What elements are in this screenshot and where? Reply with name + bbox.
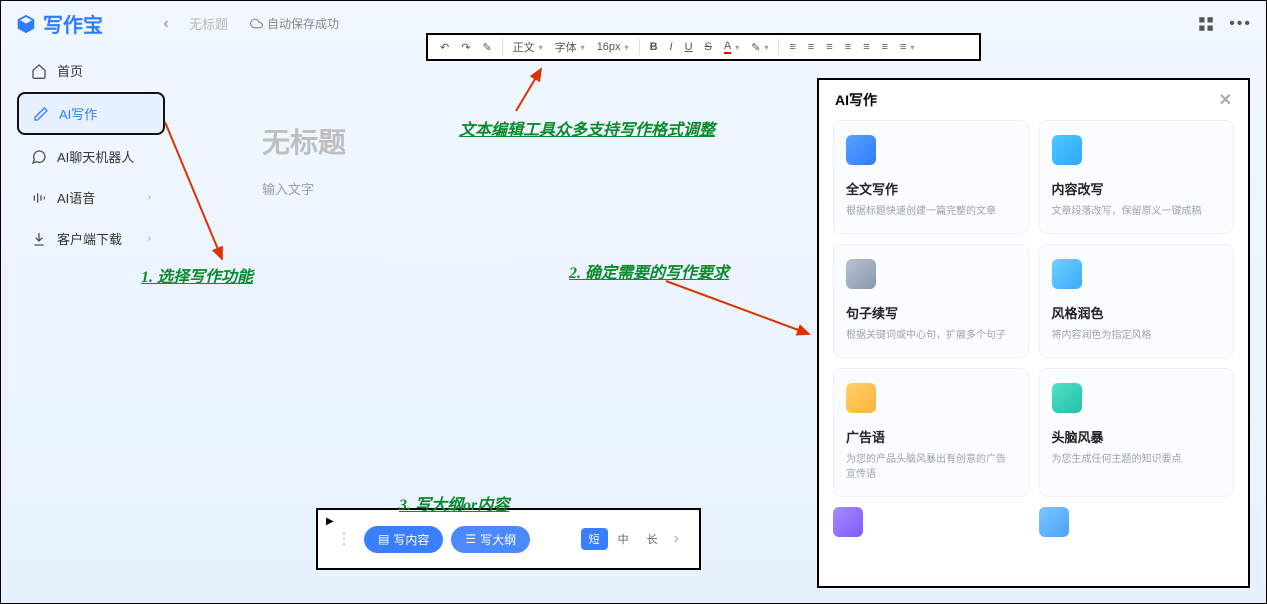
ai-panel-title: AI写作 (835, 90, 877, 110)
continue-icon (846, 259, 876, 289)
align-justify-button[interactable]: ≡ (841, 39, 855, 55)
back-button[interactable]: ‹ (155, 13, 177, 35)
title-input[interactable]: 无标题 (262, 121, 802, 161)
editor-toolbar: ↶ ↷ ✎ 正文 字体 16px B I U S A ✎ ≡ ≡ ≡ ≡ ≡ ≡… (426, 33, 981, 61)
sidebar-item-download[interactable]: 客户端下载 › (17, 219, 165, 258)
align-right-button[interactable]: ≡ (822, 39, 836, 55)
annotation-1: 1. 选择写作功能 (141, 263, 253, 287)
document-name: 无标题 (189, 14, 228, 33)
ai-card-adcopy[interactable]: 广告语 为您的产品头脑风暴出有创意的广告宣传语 (833, 368, 1029, 497)
font-size-select[interactable]: 16px (593, 39, 633, 55)
bottom-action-bar: ▶ ⋮ ▤ 写内容 ☰ 写大纲 短 中 长 › (316, 508, 701, 570)
write-outline-button[interactable]: ☰ 写大纲 (451, 526, 530, 553)
app-logo: 写作宝 (15, 9, 103, 38)
cloud-icon (250, 17, 263, 30)
align-left-button[interactable]: ≡ (785, 39, 799, 55)
sidebar-item-ai-write[interactable]: AI写作 (17, 92, 165, 135)
arrow-3 (661, 276, 821, 346)
length-medium-button[interactable]: 中 (610, 528, 637, 550)
chevron-right-icon: › (148, 192, 151, 203)
ai-card-polish[interactable]: 风格润色 将内容润色为指定风格 (1039, 244, 1235, 358)
italic-button[interactable]: I (666, 39, 677, 55)
align-center-button[interactable]: ≡ (804, 39, 818, 55)
bold-button[interactable]: B (646, 39, 662, 55)
home-icon (31, 63, 47, 79)
fulltext-icon (846, 135, 876, 165)
polish-icon (1052, 259, 1082, 289)
line-height-button[interactable]: ≡ (896, 39, 918, 55)
arrow-2 (511, 61, 611, 121)
more-options-button[interactable]: ⋮ (332, 529, 356, 549)
paragraph-style-select[interactable]: 正文 (509, 37, 547, 57)
rewrite-icon (1052, 135, 1082, 165)
list-icon: ☰ (465, 532, 476, 546)
ordered-list-button[interactable]: ≡ (859, 39, 873, 55)
ai-card-fulltext[interactable]: 全文写作 根据标题快速创建一篇完整的文章 (833, 120, 1029, 234)
play-icon: ▶ (326, 516, 334, 527)
chat-icon (31, 149, 47, 165)
app-name: 写作宝 (43, 9, 103, 38)
adcopy-icon (846, 383, 876, 413)
editor-area[interactable]: 无标题 输入文字 (262, 121, 802, 198)
grid-icon[interactable] (1197, 15, 1215, 33)
format-painter-button[interactable]: ✎ (478, 39, 495, 56)
voice-icon (31, 190, 47, 206)
close-button[interactable]: ✕ (1219, 90, 1232, 110)
logo-icon (15, 13, 37, 35)
sidebar-item-ai-voice[interactable]: AI语音 › (17, 178, 165, 217)
font-family-select[interactable]: 字体 (551, 37, 589, 57)
pencil-icon (33, 106, 49, 122)
download-icon (31, 231, 47, 247)
annotation-3: 2. 确定需要的写作要求 (569, 259, 729, 283)
write-content-button[interactable]: ▤ 写内容 (364, 526, 443, 553)
unordered-list-button[interactable]: ≡ (878, 39, 892, 55)
highlight-color-button[interactable]: ✎ (747, 39, 772, 56)
doc-icon: ▤ (378, 532, 389, 546)
next-button[interactable]: › (668, 527, 685, 551)
feature-icon (1039, 507, 1069, 537)
length-long-button[interactable]: 长 (639, 528, 666, 550)
font-color-button[interactable]: A (720, 38, 743, 56)
sidebar-item-ai-chat[interactable]: AI聊天机器人 (17, 137, 165, 176)
sidebar-item-home[interactable]: 首页 (17, 51, 165, 90)
ai-card-continue[interactable]: 句子续写 根据关键词或中心句，扩展多个句子 (833, 244, 1029, 358)
ai-writing-panel: AI写作 ✕ 全文写作 根据标题快速创建一篇完整的文章 内容改写 文章段落改写，… (817, 78, 1250, 588)
strikethrough-button[interactable]: S (701, 39, 716, 55)
more-icon[interactable]: ••• (1229, 15, 1252, 33)
undo-button[interactable]: ↶ (436, 39, 453, 56)
chevron-right-icon: › (148, 233, 151, 244)
brainstorm-icon (1052, 383, 1082, 413)
autosave-status: 自动保存成功 (250, 15, 339, 32)
sidebar: 首页 AI写作 AI聊天机器人 AI语音 › 客户端下载 › (17, 51, 165, 258)
body-input[interactable]: 输入文字 (262, 179, 802, 198)
underline-button[interactable]: U (681, 39, 697, 55)
length-short-button[interactable]: 短 (581, 528, 608, 550)
ai-card-rewrite[interactable]: 内容改写 文章段落改写，保留原义一键成稿 (1039, 120, 1235, 234)
redo-button[interactable]: ↷ (457, 39, 474, 56)
ai-card-brainstorm[interactable]: 头脑风暴 为您生成任何主题的知识要点 (1039, 368, 1235, 497)
feature-icon (833, 507, 863, 537)
